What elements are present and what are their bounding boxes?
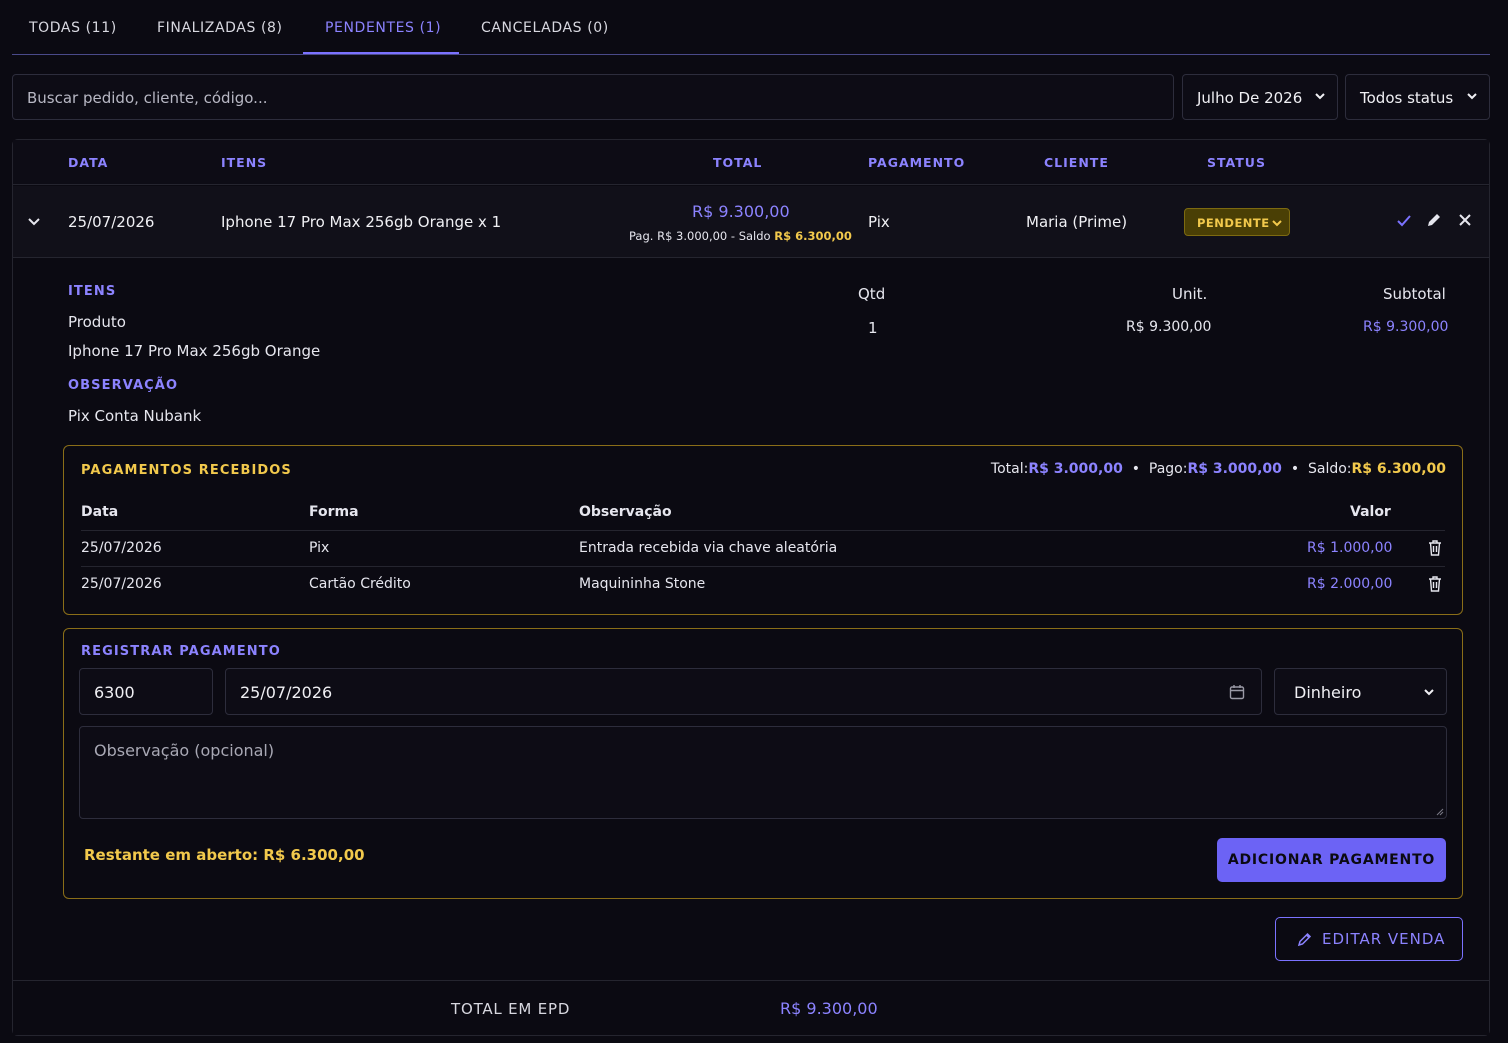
close-icon[interactable] <box>1457 212 1473 228</box>
payments-title: PAGAMENTOS RECEBIDOS <box>81 463 292 478</box>
payment-method: Pix <box>309 540 330 556</box>
tab-canceladas[interactable]: CANCELADAS (0) <box>481 20 609 36</box>
status-tabs: TODAS (11) FINALIZADAS (8) PENDENTES (1)… <box>12 0 1490 55</box>
observation-placeholder: Observação (opcional) <box>94 741 275 760</box>
header-itens: ITENS <box>221 155 268 170</box>
payment-method-select[interactable]: Dinheiro <box>1274 668 1447 715</box>
item-subtotal: R$ 9.300,00 <box>1363 319 1449 335</box>
chevron-down-icon <box>1424 689 1434 696</box>
payment-date: 25/07/2026 <box>81 540 162 556</box>
header-status: STATUS <box>1207 155 1266 170</box>
col-unit-header: Unit. <box>1172 285 1208 303</box>
remaining-open-text: Restante em aberto: R$ 6.300,00 <box>84 846 365 864</box>
observation-textarea[interactable]: Observação (opcional) <box>79 726 1447 819</box>
footer-total-label: TOTAL EM EPD <box>451 1000 571 1018</box>
tab-pendentes[interactable]: PENDENTES (1) <box>325 20 441 36</box>
summary-total: R$ 3.000,00 <box>1028 461 1123 477</box>
amount-value: 6300 <box>94 683 135 702</box>
footer-total-value: R$ 9.300,00 <box>780 999 878 1018</box>
payment-note: Maquininha Stone <box>579 576 706 592</box>
payments-col-value: Valor <box>1350 504 1391 520</box>
row-total: R$ 9.300,00 <box>692 202 790 221</box>
header-cliente: CLIENTE <box>1044 155 1109 170</box>
row-paid-prefix: Pag. R$ 3.000,00 - Saldo <box>629 229 771 243</box>
tab-todas[interactable]: TODAS (11) <box>29 20 117 36</box>
row-payment: Pix <box>868 213 890 231</box>
item-qty: 1 <box>868 319 878 337</box>
register-title: REGISTRAR PAGAMENTO <box>81 644 281 659</box>
chevron-down-icon <box>1315 93 1325 100</box>
amount-input[interactable]: 6300 <box>79 668 213 715</box>
search-placeholder: Buscar pedido, cliente, código... <box>27 89 268 107</box>
status-badge-label: PENDENTE <box>1197 216 1270 230</box>
row-client: Maria (Prime) <box>1026 213 1128 231</box>
payment-date: 25/07/2026 <box>81 576 162 592</box>
row-items: Iphone 17 Pro Max 256gb Orange x 1 <box>221 213 502 231</box>
item-product: Iphone 17 Pro Max 256gb Orange <box>68 342 321 360</box>
check-icon[interactable] <box>1395 212 1413 230</box>
table-header: DATA ITENS TOTAL PAGAMENTO CLIENTE STATU… <box>13 140 1489 185</box>
trash-icon[interactable] <box>1428 540 1442 556</box>
row-date: 25/07/2026 <box>68 213 155 231</box>
col-qty-header: Qtd <box>858 285 886 303</box>
summary-total-label: Total: <box>990 461 1029 477</box>
chevron-down-icon <box>1467 93 1477 100</box>
payment-method: Cartão Crédito <box>309 576 411 592</box>
summary-paid-label: Pago: <box>1148 461 1188 477</box>
payment-value: R$ 2.000,00 <box>1307 576 1393 592</box>
table-footer: TOTAL EM EPD R$ 9.300,00 <box>13 980 1489 1035</box>
date-value: 25/07/2026 <box>240 683 333 702</box>
search-input[interactable]: Buscar pedido, cliente, código... <box>12 74 1174 120</box>
item-unit-price: R$ 9.300,00 <box>1126 319 1212 335</box>
edit-sale-button[interactable]: EDITAR VENDA <box>1275 917 1463 961</box>
trash-icon[interactable] <box>1428 576 1442 592</box>
payment-value: R$ 1.000,00 <box>1307 540 1393 556</box>
pencil-icon <box>1297 932 1312 947</box>
pencil-icon[interactable] <box>1425 211 1443 229</box>
add-payment-label: ADICIONAR PAGAMENTO <box>1227 852 1436 868</box>
status-badge[interactable]: PENDENTE <box>1184 208 1290 236</box>
chevron-down-icon[interactable] <box>27 215 41 229</box>
payments-summary: Total:R$ 3.000,00 • Pago:R$ 3.000,00 • S… <box>990 461 1446 477</box>
payments-received-box: PAGAMENTOS RECEBIDOS Total:R$ 3.000,00 •… <box>63 445 1463 615</box>
header-total: TOTAL <box>713 155 763 170</box>
payments-col-note: Observação <box>579 504 672 520</box>
tab-finalizadas[interactable]: FINALIZADAS (8) <box>157 20 283 36</box>
calendar-icon[interactable] <box>1229 684 1245 700</box>
row-paid-summary: Pag. R$ 3.000,00 - Saldo R$ 6.300,00 <box>629 229 852 243</box>
status-select-value: Todos status <box>1360 89 1454 107</box>
payments-col-date: Data <box>81 504 119 520</box>
row-balance: R$ 6.300,00 <box>774 229 852 243</box>
date-input[interactable]: 25/07/2026 <box>225 668 1262 715</box>
month-select-value: Julho De 2026 <box>1197 89 1303 107</box>
header-pagamento: PAGAMENTO <box>868 155 966 170</box>
items-section-label: ITENS <box>68 284 117 299</box>
status-select[interactable]: Todos status <box>1345 74 1490 120</box>
payment-method-value: Dinheiro <box>1294 683 1362 702</box>
header-data: DATA <box>68 155 109 170</box>
payments-col-method: Forma <box>309 504 359 520</box>
payment-note: Entrada recebida via chave aleatória <box>579 540 838 556</box>
divider <box>81 530 1445 531</box>
summary-balance-label: Saldo: <box>1307 461 1352 477</box>
divider <box>81 566 1445 567</box>
month-select[interactable]: Julho De 2026 <box>1182 74 1338 120</box>
table-row[interactable]: 25/07/2026 Iphone 17 Pro Max 256gb Orang… <box>13 186 1489 258</box>
add-payment-button[interactable]: ADICIONAR PAGAMENTO <box>1217 838 1446 882</box>
observation-text: Pix Conta Nubank <box>68 407 202 425</box>
summary-balance: R$ 6.300,00 <box>1351 461 1446 477</box>
col-subtotal-header: Subtotal <box>1383 285 1446 303</box>
resize-handle-icon[interactable] <box>1434 806 1444 816</box>
active-tab-indicator <box>303 52 459 54</box>
edit-sale-label: EDITAR VENDA <box>1322 930 1446 948</box>
chevron-down-icon <box>1272 220 1282 227</box>
observation-label: OBSERVAÇÃO <box>68 378 179 393</box>
summary-paid: R$ 3.000,00 <box>1187 461 1282 477</box>
col-product-header: Produto <box>68 313 126 331</box>
